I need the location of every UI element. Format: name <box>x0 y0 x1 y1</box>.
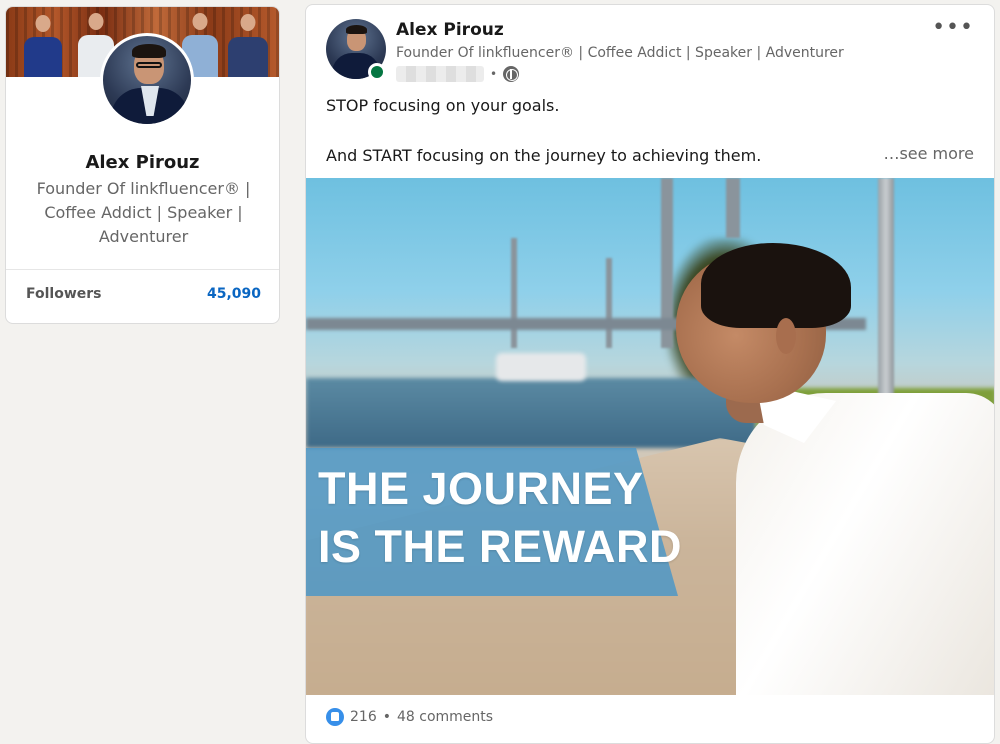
divider <box>6 269 279 270</box>
comments-link[interactable]: 48 comments <box>397 709 493 725</box>
followers-label: Followers <box>26 286 102 302</box>
cover-person <box>24 7 62 77</box>
like-icon <box>326 708 344 726</box>
online-status-icon <box>368 63 386 81</box>
image-title-line: IS THE REWARD <box>318 521 683 572</box>
image-title: THE JOURNEY IS THE REWARD <box>318 460 682 576</box>
profile-headline: Founder Of linkfluencer® | Coffee Addict… <box>36 179 251 246</box>
cover-person <box>228 7 268 77</box>
more-icon[interactable]: ••• <box>932 17 974 39</box>
post-author-name[interactable]: Alex Pirouz <box>396 20 504 40</box>
followers-row[interactable]: Followers 45,090 <box>26 286 261 302</box>
see-more-button[interactable]: …see more <box>877 144 974 163</box>
followers-count: 45,090 <box>206 286 261 302</box>
post-timestamp-blurred <box>396 66 484 82</box>
post-meta: • <box>396 65 520 83</box>
profile-avatar[interactable] <box>100 33 194 127</box>
footer-separator: • <box>382 709 391 725</box>
post-social-counts: 216 • 48 comments <box>326 705 493 729</box>
post-card: Alex Pirouz Founder Of linkfluencer® | C… <box>305 4 995 744</box>
post-image[interactable]: THE JOURNEY IS THE REWARD <box>306 178 994 695</box>
profile-name[interactable]: Alex Pirouz <box>6 152 279 173</box>
reactions-count[interactable]: 216 <box>350 709 377 725</box>
profile-card: Alex Pirouz Founder Of linkfluencer® | C… <box>5 6 280 324</box>
image-title-line: THE JOURNEY <box>318 463 644 514</box>
meta-separator: • <box>490 67 498 81</box>
post-author-headline: Founder Of linkfluencer® | Coffee Addict… <box>396 45 844 61</box>
post-text-line: STOP focusing on your goals. <box>326 96 560 115</box>
globe-icon <box>503 66 520 82</box>
